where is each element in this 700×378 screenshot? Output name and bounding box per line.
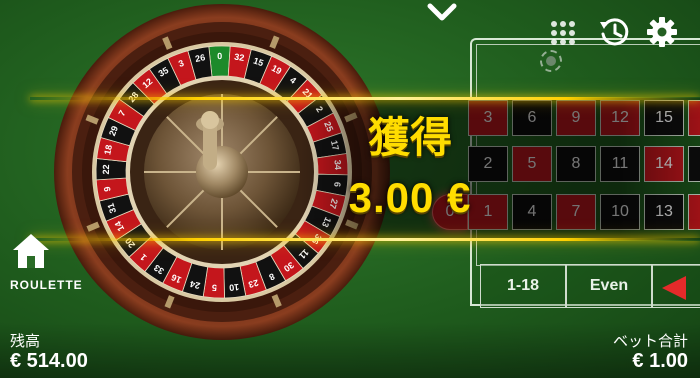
- red-diamond-icon: [662, 276, 686, 300]
- wheel-pocket-number: 22: [101, 164, 111, 174]
- wheel-pocket-number: 26: [194, 52, 206, 64]
- racetrack-grid-icon[interactable]: [548, 18, 578, 48]
- bottom-bar: [0, 322, 700, 378]
- balance-label: 残高: [10, 332, 41, 350]
- win-amount: 3.00 €: [348, 174, 472, 221]
- home-label: ROULETTE: [10, 278, 83, 292]
- total-bet-value: € 1.00: [632, 350, 688, 372]
- wheel-pocket-number: 10: [229, 282, 240, 293]
- wheel-pocket-number: 32: [234, 52, 245, 63]
- balance-value: € 514.00: [10, 350, 88, 372]
- home-icon: [13, 234, 49, 268]
- win-label: 獲得: [367, 113, 452, 162]
- wheel-pocket-number: 18: [102, 144, 114, 156]
- wheel-pocket-number: 5: [212, 283, 218, 293]
- gear-icon[interactable]: [646, 16, 678, 48]
- win-beam-top: [30, 97, 700, 100]
- bet-even-button[interactable]: Even: [566, 264, 652, 308]
- win-beam-bottom: [30, 238, 700, 241]
- home-button[interactable]: ROULETTE: [8, 232, 82, 296]
- chip-placeholder-icon: [540, 50, 562, 72]
- total-bet-label: ベット合計: [612, 332, 688, 350]
- chevron-down-icon[interactable]: [426, 2, 458, 24]
- wheel-pocket-number: 0: [217, 51, 222, 61]
- history-icon[interactable]: [598, 16, 630, 48]
- bet-1-18-button[interactable]: 1-18: [480, 264, 566, 308]
